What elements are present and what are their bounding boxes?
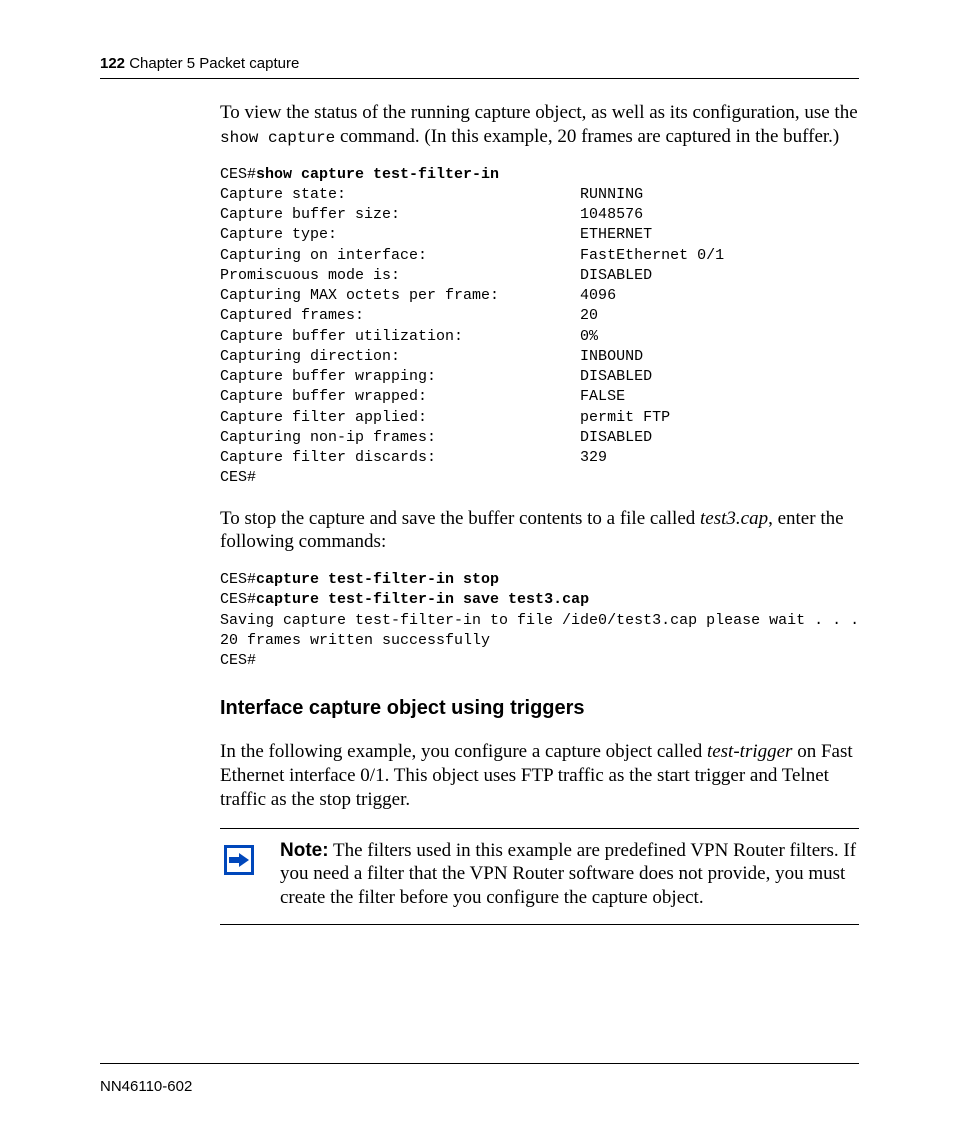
code-block-stop-save: CES#capture test-filter-in stop CES#capt… (220, 570, 859, 671)
note-label: Note: (280, 840, 329, 861)
paragraph-2: To stop the capture and save the buffer … (220, 507, 859, 555)
note-text: Note: The filters used in this example a… (280, 839, 859, 910)
chapter-title: Chapter 5 Packet capture (129, 55, 299, 72)
page-number: 122 (100, 55, 125, 72)
inline-command: show capture (220, 129, 335, 147)
text: To stop the capture and save the buffer … (220, 508, 700, 529)
page-footer: NN46110-602 (100, 1063, 859, 1095)
note-body: The filters used in this example are pre… (280, 840, 856, 909)
page-header: 122 Chapter 5 Packet capture (100, 55, 859, 79)
code-block-show-capture: CES#show capture test-filter-in Capture … (220, 165, 859, 489)
filename: test3.cap (700, 508, 768, 529)
document-page: 122 Chapter 5 Packet capture To view the… (0, 0, 954, 1145)
object-name: test-trigger (707, 741, 793, 762)
text: To view the status of the running captur… (220, 102, 858, 123)
page-content: To view the status of the running captur… (220, 101, 859, 925)
paragraph-1: To view the status of the running captur… (220, 101, 859, 149)
paragraph-3: In the following example, you configure … (220, 740, 859, 811)
arrow-icon (224, 845, 254, 875)
note-box: Note: The filters used in this example a… (220, 828, 859, 925)
text: command. (In this example, 20 frames are… (335, 126, 839, 147)
section-heading: Interface capture object using triggers (220, 697, 859, 720)
text: In the following example, you configure … (220, 741, 707, 762)
